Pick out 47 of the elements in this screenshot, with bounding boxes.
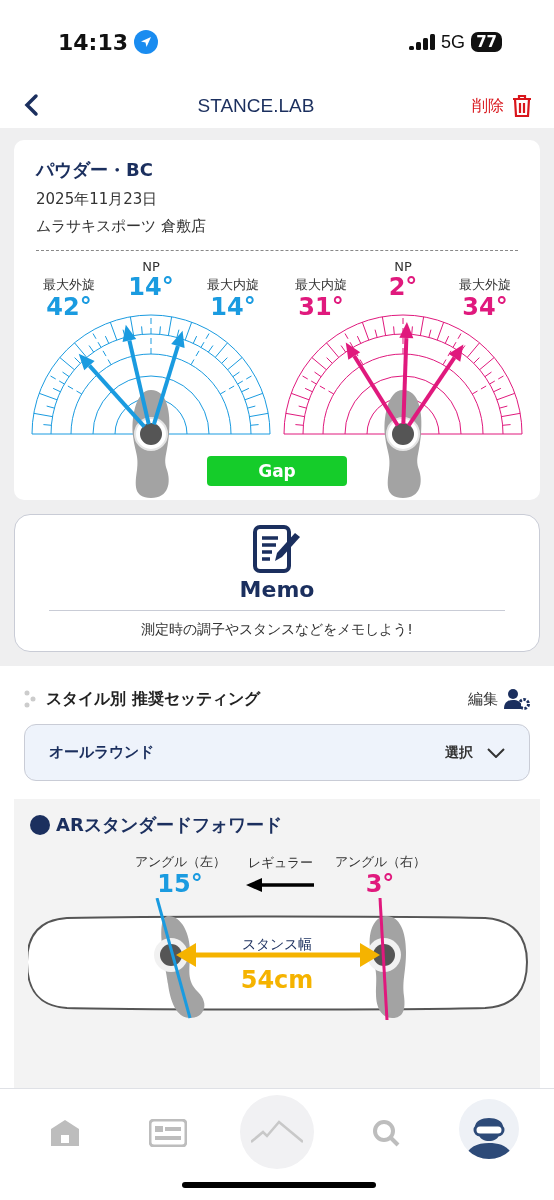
reading-value: 34°	[462, 294, 508, 321]
angle-value: 15°	[157, 871, 203, 898]
signal-icon	[409, 34, 436, 50]
network-label: 5G	[441, 31, 466, 53]
reading-value: 31°	[298, 294, 344, 321]
battery-level: 77	[471, 32, 502, 52]
edit-button[interactable]: 編集	[468, 688, 530, 711]
reading-value: 2°	[388, 274, 418, 301]
angle-label: アングル（左）	[134, 853, 226, 872]
direction-arrow	[246, 877, 314, 892]
angle-value: 3°	[365, 871, 395, 898]
reading-label: 最大内旋	[295, 276, 347, 294]
record-date: 2025年11月23日	[36, 190, 159, 209]
reading-value: 14°	[128, 274, 174, 301]
user-gear-icon	[504, 688, 530, 711]
card-icon	[148, 1119, 187, 1147]
reading-label: NP	[142, 259, 160, 274]
angle-label: アングル（右）	[334, 853, 426, 872]
chevron-down-icon	[487, 747, 505, 758]
memo-title: Memo	[239, 577, 315, 603]
shop-name: ムラサキスポーツ 倉敷店	[36, 217, 207, 236]
search-icon	[372, 1119, 401, 1147]
reading-label: 最大内旋	[207, 276, 259, 294]
memo-card[interactable]: Memo 測定時の調子やスタンスなどをメモしよう!	[14, 514, 540, 653]
reading-label: 最大外旋	[459, 276, 511, 294]
section-heading: スタイル別 推奨セッティング	[46, 688, 260, 710]
delete-button[interactable]: 削除	[472, 94, 532, 118]
stance-width: 54cm	[240, 965, 314, 994]
mountain-icon	[250, 1120, 303, 1144]
memo-hint: 測定時の調子やスタンスなどをメモしよう!	[141, 621, 413, 640]
stance-label: スタンス幅	[242, 935, 312, 954]
setting-title: ARスタンダードフォワード	[56, 813, 282, 838]
reading-value: 42°	[46, 294, 92, 321]
note-pen-icon	[253, 525, 301, 576]
bullet-icon	[30, 815, 50, 836]
trash-icon	[512, 94, 532, 118]
direction-label: レギュラー	[247, 853, 313, 872]
style-select[interactable]: オールラウンド 選択	[24, 724, 530, 782]
clock-time: 14:13	[58, 29, 129, 55]
app-title: STANCE.LAB	[197, 95, 315, 117]
reading-label: NP	[394, 259, 412, 274]
record-title: パウダー・BC	[36, 158, 154, 182]
home-icon	[49, 1119, 82, 1147]
reading-label: 最大外旋	[43, 276, 95, 294]
reading-value: 14°	[210, 294, 256, 321]
location-icon	[134, 30, 159, 54]
dots-icon	[24, 690, 36, 709]
